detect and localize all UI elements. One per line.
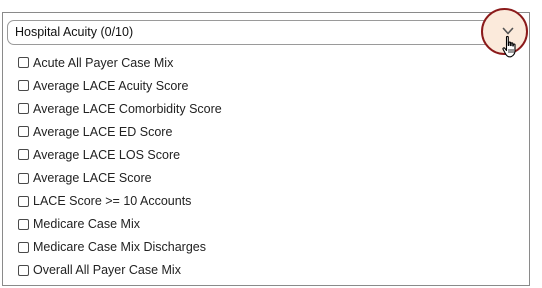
list-item[interactable]: Overall All Payer Case Mix — [18, 259, 222, 282]
checkbox[interactable] — [18, 149, 29, 161]
option-label: Average LACE Acuity Score — [33, 78, 189, 93]
select-label: Hospital Acuity (0/10) — [15, 25, 134, 39]
list-item[interactable]: Average LACE Score — [18, 166, 222, 189]
checkbox[interactable] — [18, 103, 29, 115]
option-label: Acute All Payer Case Mix — [33, 55, 174, 70]
option-label: Medicare Case Mix Discharges — [33, 240, 206, 255]
list-item[interactable]: Acute All Payer Case Mix — [18, 51, 222, 74]
dropdown-panel: Hospital Acuity (0/10) Acute All Payer C… — [2, 8, 530, 286]
option-label: Overall All Payer Case Mix — [33, 263, 181, 278]
option-label: LACE Score >= 10 Accounts — [33, 194, 192, 209]
list-item[interactable]: Medicare Case Mix Discharges — [18, 236, 222, 259]
checkbox[interactable] — [18, 57, 29, 69]
checkbox[interactable] — [18, 264, 29, 276]
hand-pointer-icon — [502, 35, 516, 58]
checkbox[interactable] — [18, 172, 29, 184]
list-item[interactable]: Average LACE LOS Score — [18, 143, 222, 166]
list-item[interactable]: Medicare Case Mix — [18, 213, 222, 236]
checkbox[interactable] — [18, 195, 29, 207]
checkbox[interactable] — [18, 126, 29, 138]
option-label: Medicare Case Mix — [33, 217, 140, 232]
list-item[interactable]: LACE Score >= 10 Accounts — [18, 190, 222, 213]
checkbox[interactable] — [18, 218, 29, 230]
list-item[interactable]: Average LACE Comorbidity Score — [18, 97, 222, 120]
list-item[interactable]: Average LACE ED Score — [18, 120, 222, 143]
hospital-acuity-select[interactable]: Hospital Acuity (0/10) — [7, 20, 526, 45]
option-list: Acute All Payer Case Mix Average LACE Ac… — [18, 51, 222, 282]
list-item[interactable]: Average LACE Acuity Score — [18, 74, 222, 97]
option-label: Average LACE Score — [33, 171, 152, 186]
option-label: Average LACE Comorbidity Score — [33, 101, 222, 116]
checkbox[interactable] — [18, 80, 29, 92]
option-label: Average LACE ED Score — [33, 124, 173, 139]
option-label: Average LACE LOS Score — [33, 147, 181, 162]
checkbox[interactable] — [18, 241, 29, 253]
